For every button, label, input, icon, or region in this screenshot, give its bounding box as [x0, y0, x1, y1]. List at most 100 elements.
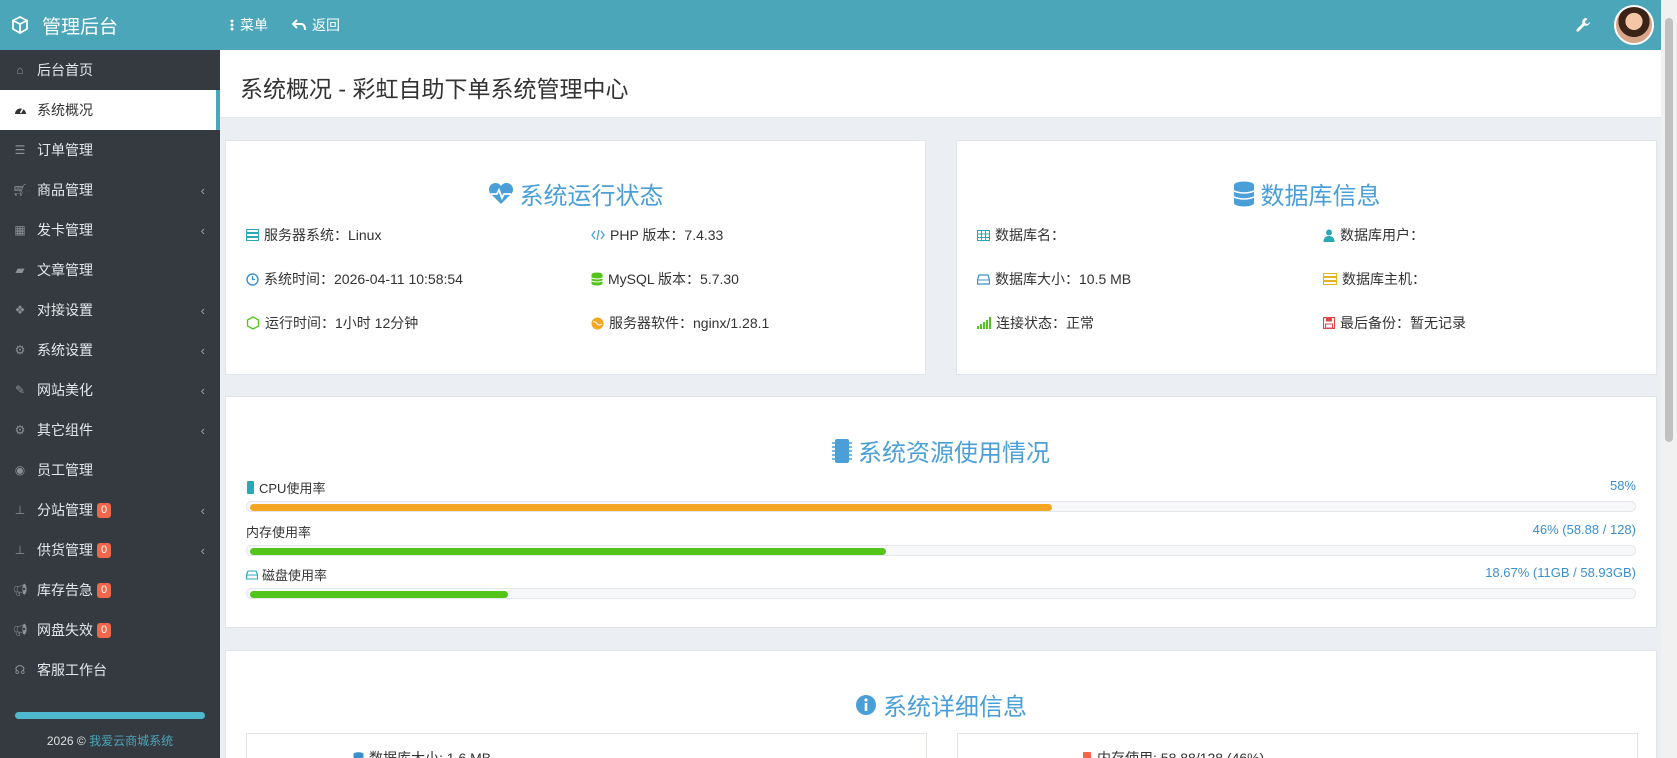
info-text: 数据库用户： — [1340, 227, 1424, 243]
sidebar-item-beautify[interactable]: ✎ 网站美化 ‹ — [0, 370, 220, 410]
footer-link[interactable]: 我爱云商城系统 — [89, 734, 173, 748]
cpu-progress-fill — [250, 504, 1052, 511]
heartbeat-icon — [488, 182, 513, 204]
sidebar-item-label: 后台首页 — [37, 62, 93, 78]
info-text: 最后备份：暂无记录 — [1340, 315, 1466, 331]
grid-icon: ▦ — [14, 223, 26, 237]
database-icon — [353, 751, 364, 758]
microchip-icon — [832, 438, 852, 463]
progress-track — [246, 501, 1636, 512]
signal-icon — [977, 317, 991, 329]
info-circle-icon — [856, 694, 876, 715]
sidebar-scroll-indicator — [15, 712, 205, 719]
progress-track — [246, 545, 1636, 556]
mysql-version: MySQL 版本：5.7.30 — [591, 269, 739, 289]
server-software: 服务器软件：nginx/1.28.1 — [591, 313, 769, 333]
database-icon — [1233, 181, 1254, 206]
info-text: 连接状态：正常 — [996, 315, 1094, 331]
sidebar-item-customer-service[interactable]: ☊ 客服工作台 — [0, 650, 220, 690]
sidebar-item-home[interactable]: ⌂ 后台首页 — [0, 50, 220, 90]
disk-progress-fill — [250, 591, 508, 598]
menu-toggle-button[interactable]: 菜单 — [230, 0, 268, 50]
sidebar-item-staff[interactable]: ◉ 员工管理 — [0, 450, 220, 490]
count-badge: 0 — [97, 542, 112, 558]
panel-title: 系统详细信息 — [226, 687, 1656, 722]
sidebar-item-label: 分站管理 — [37, 502, 93, 518]
details-mem-box: 内存使用: 58.88/128 (46%) — [957, 733, 1638, 758]
chevron-left-icon: ‹ — [200, 223, 205, 238]
sidebar-footer: 2026 © 我爱云商城系统 — [0, 732, 220, 749]
info-text: 数据库大小：10.5 MB — [995, 271, 1132, 287]
panel-title: 数据库信息 — [957, 176, 1656, 211]
chevron-left-icon: ‹ — [200, 503, 205, 518]
sidebar-item-orders[interactable]: ☰ 订单管理 — [0, 130, 220, 170]
details-mem-use: 内存使用: 58.88/128 (46%) — [1082, 748, 1264, 758]
chevron-left-icon: ‹ — [200, 423, 205, 438]
res-label: CPU使用率 — [246, 478, 325, 497]
info-text: MySQL 版本：5.7.30 — [608, 271, 739, 287]
panel-title-text: 系统资源使用情况 — [858, 440, 1050, 467]
gear-icon: ⚙ — [14, 343, 26, 357]
page-scrollbar[interactable] — [1661, 0, 1677, 758]
reply-icon — [292, 19, 306, 31]
headset-icon: ☊ — [14, 663, 26, 677]
res-label: 磁盘使用率 — [246, 565, 327, 584]
sidebar-item-substations[interactable]: ⊥ 分站管理 0 ‹ — [0, 490, 220, 530]
sidebar-item-cards[interactable]: ▦ 发卡管理 ‹ — [0, 210, 220, 250]
sidebar-item-supply[interactable]: ⊥ 供货管理 0 ‹ — [0, 530, 220, 570]
scrollbar-thumb[interactable] — [1665, 18, 1673, 442]
page-header: 系统概况 - 彩虹自助下单系统管理中心 — [220, 50, 1661, 118]
chevron-left-icon: ‹ — [200, 183, 205, 198]
info-text: 数据库名： — [995, 227, 1065, 243]
bullhorn-icon: 📢︎ — [12, 583, 28, 597]
dashboard-icon — [13, 103, 27, 117]
info-text: 系统时间：2026-04-11 10:58:54 — [264, 271, 463, 287]
sidebar: ⌂ 后台首页 系统概况 ☰ 订单管理 🛒︎ 商品管理 ‹ ▦ 发卡管理 ‹ ▰ 文章管理 ❖ 对… — [0, 50, 220, 758]
database-panel: 数据库信息 数据库名： 数据库用户： 数据库大小：10.5 MB 数据库主机： … — [956, 140, 1657, 375]
page-title: 系统概况 - 彩虹自助下单系统管理中心 — [240, 76, 629, 102]
resources-panel: 系统资源使用情况 CPU使用率 58% 内存使用率 46% (58.88 / 1… — [225, 396, 1657, 628]
sidebar-item-label: 供货管理 — [37, 542, 93, 558]
db-name: 数据库名： — [977, 225, 1065, 245]
avatar[interactable] — [1614, 5, 1654, 45]
sidebar-item-label: 其它组件 — [37, 422, 93, 438]
sidebar-item-products[interactable]: 🛒︎ 商品管理 ‹ — [0, 170, 220, 210]
brand[interactable]: 管理后台 — [0, 0, 220, 50]
brush-icon: ✎ — [14, 383, 26, 397]
user-circle-icon: ◉ — [14, 463, 26, 477]
res-value: 58% — [1609, 478, 1636, 493]
db-size: 数据库大小：10.5 MB — [977, 269, 1131, 289]
sidebar-item-articles[interactable]: ▰ 文章管理 — [0, 250, 220, 290]
sidebar-item-components[interactable]: ⚙ 其它组件 ‹ — [0, 410, 220, 450]
sidebar-item-overview[interactable]: 系统概况 — [0, 90, 220, 130]
details-db-size: 数据库大小: 1.6 MB — [353, 748, 491, 758]
server-icon — [1323, 273, 1337, 285]
code-icon — [591, 229, 605, 241]
user-icon — [1323, 229, 1335, 242]
copyright-text: 2026 © — [46, 734, 90, 748]
memory-usage-row: 内存使用率 46% (58.88 / 128) — [246, 522, 1636, 558]
cart-icon: 🛒︎ — [12, 183, 28, 197]
progress-track — [246, 588, 1636, 599]
sidebar-item-label: 网站美化 — [37, 382, 93, 398]
menu-label: 菜单 — [240, 17, 268, 33]
sidebar-item-stock-alert[interactable]: 📢︎ 库存告急 0 — [0, 570, 220, 610]
info-text: 运行时间：1小时 12分钟 — [265, 315, 419, 331]
sidebar-item-disk-invalid[interactable]: 📢︎ 网盘失效 0 — [0, 610, 220, 650]
sidebar-item-label: 对接设置 — [37, 302, 93, 318]
info-text: PHP 版本：7.4.33 — [610, 227, 724, 243]
count-badge: 0 — [97, 582, 112, 598]
hdd-icon — [246, 569, 258, 580]
sitemap-icon: ⊥ — [14, 503, 26, 517]
table-icon — [977, 229, 990, 241]
sitemap-icon: ⊥ — [14, 543, 26, 557]
back-button[interactable]: 返回 — [292, 0, 340, 50]
info-text: 服务器系统：Linux — [264, 227, 382, 243]
wrench-icon[interactable] — [1574, 16, 1592, 34]
sidebar-item-label: 库存告急 — [37, 582, 93, 598]
res-label-text: CPU使用率 — [259, 481, 326, 496]
sidebar-item-docking[interactable]: ❖ 对接设置 ‹ — [0, 290, 220, 330]
sidebar-item-settings[interactable]: ⚙ 系统设置 ‹ — [0, 330, 220, 370]
memory-icon — [1083, 751, 1091, 758]
sidebar-item-label: 系统设置 — [37, 342, 93, 358]
